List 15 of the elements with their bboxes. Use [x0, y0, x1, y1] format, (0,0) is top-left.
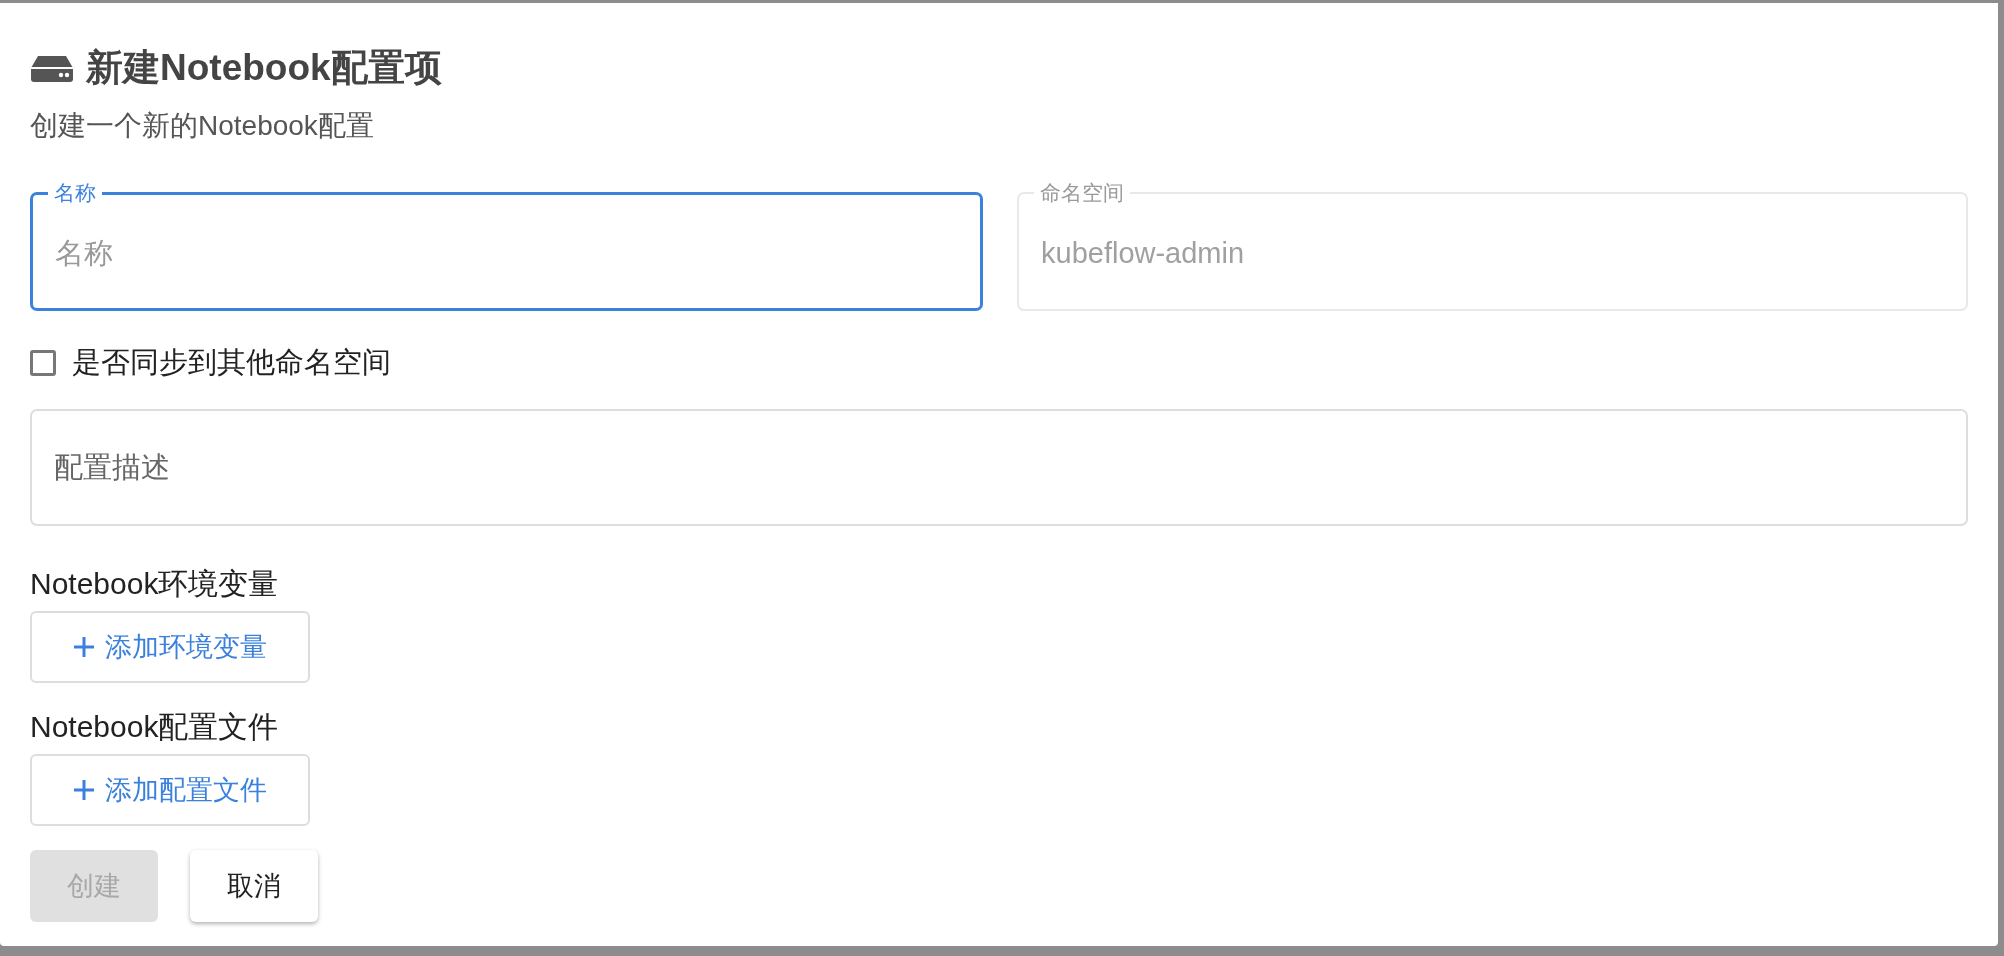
plus-icon: [73, 779, 95, 801]
add-button[interactable]: 添加配置文件: [30, 754, 310, 826]
dialog-title: 新建Notebook配置项: [86, 46, 442, 90]
section-label: Notebook环境变量: [30, 566, 280, 602]
drive-icon: [30, 54, 74, 82]
dialog-subtitle: 创建一个新的Notebook配置: [30, 109, 375, 143]
field-label: 名称: [53, 180, 97, 206]
plus-icon: [73, 636, 95, 658]
description-field[interactable]: 配置描述: [30, 409, 1968, 526]
cancel-button[interactable]: 取消: [190, 850, 318, 922]
name-field[interactable]: 名称: [55, 237, 958, 270]
sync-checkbox[interactable]: 是否同步到其他命名空间: [30, 343, 391, 383]
field-label: 命名空间: [1039, 180, 1125, 206]
add-button[interactable]: 添加环境变量: [30, 611, 310, 683]
section-label: Notebook配置文件: [30, 709, 280, 745]
